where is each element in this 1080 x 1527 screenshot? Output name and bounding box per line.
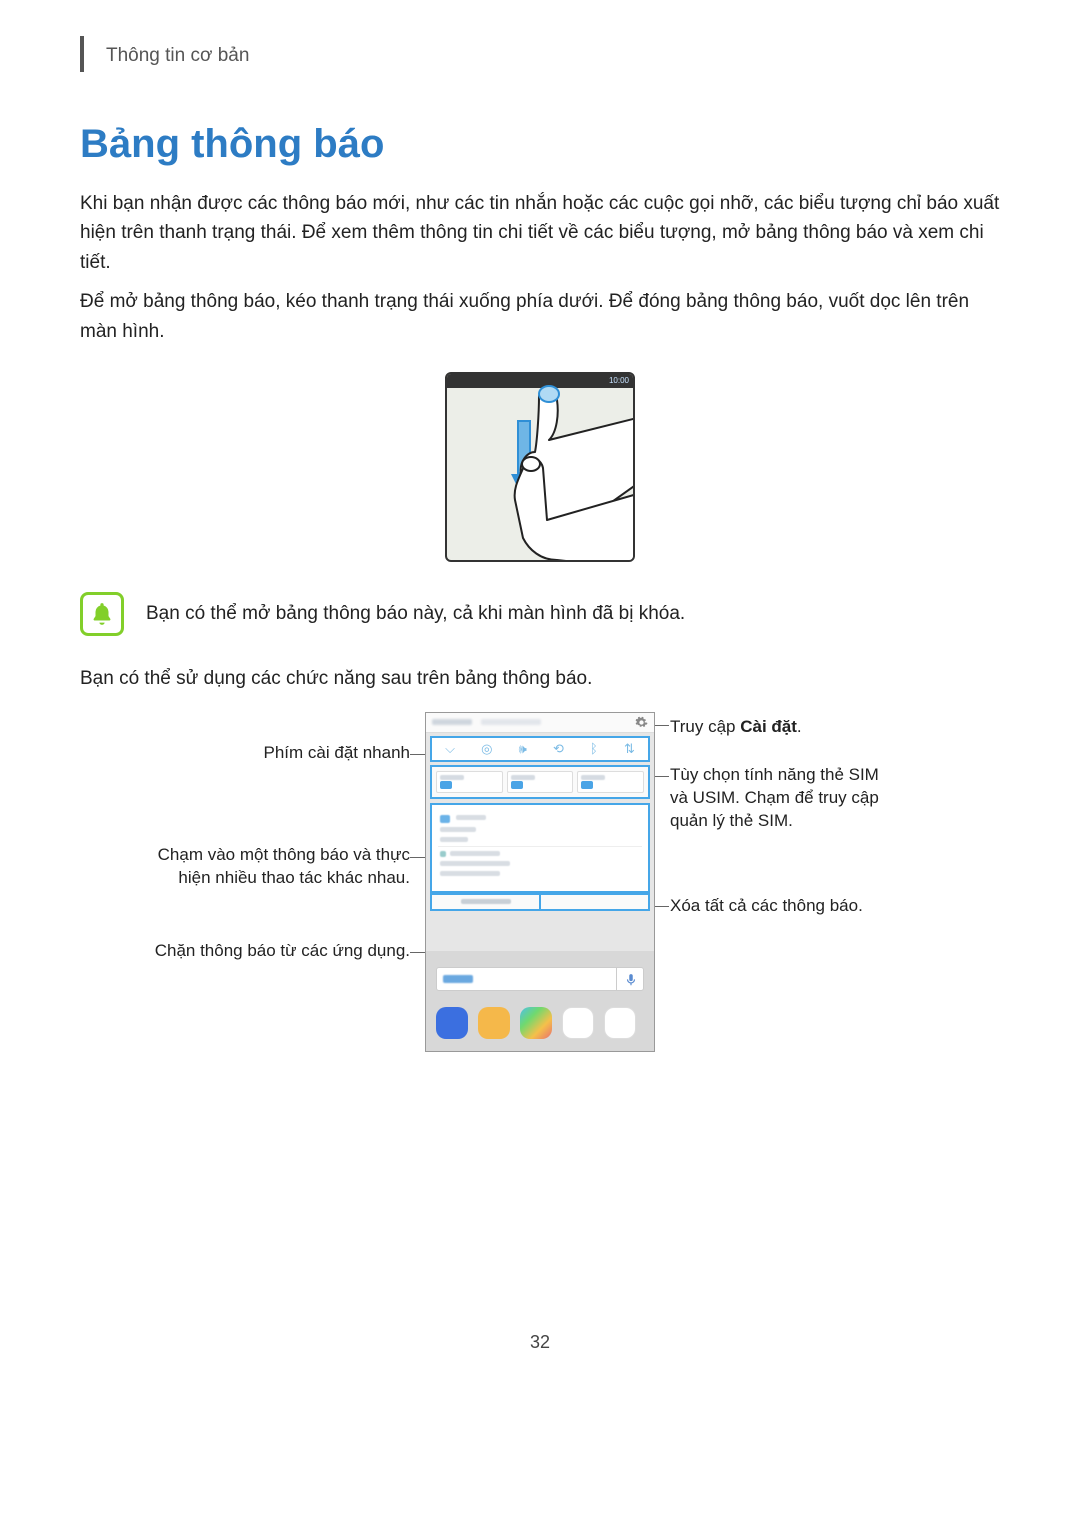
dock-apps xyxy=(436,1007,644,1039)
callout-settings: Truy cập Cài đặt. xyxy=(670,716,930,739)
data-icon: ⇅ xyxy=(624,741,635,757)
notification-list xyxy=(430,803,650,893)
bluetooth-icon: ᛒ xyxy=(590,741,598,756)
gesture-figure: 10:00 xyxy=(80,372,1000,562)
callout-tap-notification: Chạm vào một thông báo và thực hiện nhiề… xyxy=(150,844,410,890)
note-icon-box xyxy=(80,592,124,636)
sim-card-2 xyxy=(507,771,574,793)
annotated-diagram: Phím cài đặt nhanh Chạm vào một thông bá… xyxy=(80,712,1000,1052)
app-icon xyxy=(436,1007,468,1039)
hand-icon xyxy=(447,374,635,562)
sound-icon: 🕪 xyxy=(519,741,527,757)
sim-card-3 xyxy=(577,771,644,793)
panel-action-row xyxy=(430,893,650,911)
page-number: 32 xyxy=(80,1332,1000,1353)
page-title: Bảng thông báo xyxy=(80,122,1000,167)
note-text: Bạn có thể mở bảng thông báo này, cả khi… xyxy=(146,603,685,625)
wifi-icon: ⌵ xyxy=(445,741,455,757)
phone-mockup: ⌵ ◎ 🕪 ⟲ ᛒ ⇅ xyxy=(425,712,655,1052)
app-icon xyxy=(520,1007,552,1039)
mic-icon xyxy=(624,973,638,987)
notification-item xyxy=(438,847,642,883)
app-icon xyxy=(604,1007,636,1039)
intro-paragraph-2: Để mở bảng thông báo, kéo thanh trạng th… xyxy=(80,287,1000,346)
section-label: Thông tin cơ bản xyxy=(106,45,249,67)
gesture-device: 10:00 xyxy=(445,372,635,562)
callout-block-apps: Chặn thông báo từ các ứng dụng. xyxy=(140,940,410,963)
notification-item xyxy=(438,811,642,847)
header-accent-bar xyxy=(80,36,84,72)
callout-sim: Tùy chọn tính năng thẻ SIM và USIM. Chạm… xyxy=(670,764,890,833)
callout-quick-settings: Phím cài đặt nhanh xyxy=(150,742,410,765)
gear-icon xyxy=(635,716,648,729)
app-icon xyxy=(562,1007,594,1039)
intro-paragraph-1: Khi bạn nhận được các thông báo mới, như… xyxy=(80,189,1000,277)
note-callout: Bạn có thể mở bảng thông báo này, cả khi… xyxy=(80,592,1000,636)
search-bar xyxy=(436,967,644,991)
app-icon xyxy=(478,1007,510,1039)
sim-card-1 xyxy=(436,771,503,793)
page-header: Thông tin cơ bản xyxy=(80,40,1000,72)
location-icon: ◎ xyxy=(481,741,492,757)
callout-clear-all: Xóa tất cả các thông báo. xyxy=(670,895,910,918)
clear-all-button xyxy=(541,893,650,911)
sim-row xyxy=(430,765,650,799)
rotate-icon: ⟲ xyxy=(553,741,564,757)
home-area xyxy=(426,951,654,1051)
bell-icon xyxy=(89,601,115,627)
intro-paragraph-3: Bạn có thể sử dụng các chức năng sau trê… xyxy=(80,664,1000,693)
panel-header xyxy=(426,713,654,733)
quick-settings-row: ⌵ ◎ 🕪 ⟲ ᛒ ⇅ xyxy=(430,736,650,762)
block-notifications-button xyxy=(430,893,541,911)
